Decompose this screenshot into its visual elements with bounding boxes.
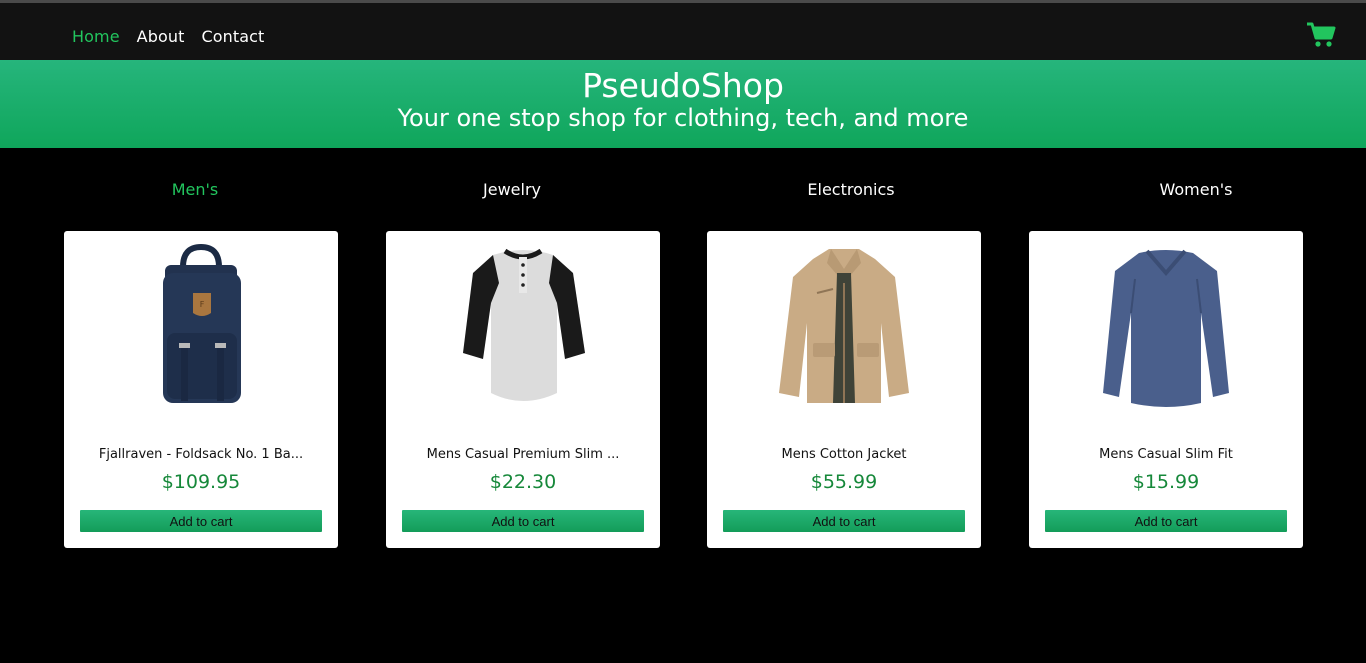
product-card: Mens Casual Premium Slim ... $22.30 Add … <box>386 231 660 548</box>
nav-link-about[interactable]: About <box>137 27 185 46</box>
product-price: $15.99 <box>1132 471 1200 493</box>
nav-link-home[interactable]: Home <box>72 27 120 46</box>
category-womens[interactable]: Women's <box>1160 180 1233 199</box>
add-to-cart-button[interactable]: Add to cart <box>1045 510 1287 532</box>
product-price: $109.95 <box>161 471 241 493</box>
backpack-image[interactable]: F <box>64 243 338 413</box>
category-mens[interactable]: Men's <box>172 180 219 199</box>
product-price: $22.30 <box>489 471 557 493</box>
product-card: Mens Cotton Jacket $55.99 Add to cart <box>707 231 981 548</box>
nav-links: Home About Contact <box>72 27 281 46</box>
cart-icon[interactable] <box>1306 21 1336 49</box>
raglan-shirt-image[interactable] <box>386 243 660 413</box>
site-title: PseudoShop <box>582 66 784 105</box>
add-to-cart-button[interactable]: Add to cart <box>402 510 644 532</box>
category-electronics[interactable]: Electronics <box>807 180 894 199</box>
site-tagline: Your one stop shop for clothing, tech, a… <box>397 104 969 132</box>
nav-link-contact[interactable]: Contact <box>201 27 264 46</box>
add-to-cart-button[interactable]: Add to cart <box>723 510 965 532</box>
product-title[interactable]: Mens Casual Slim Fit <box>1043 447 1289 462</box>
product-title[interactable]: Fjallraven - Foldsack No. 1 Ba... <box>78 447 324 462</box>
jacket-image[interactable] <box>707 243 981 413</box>
product-price: $55.99 <box>810 471 878 493</box>
product-title[interactable]: Mens Casual Premium Slim ... <box>400 447 646 462</box>
svg-text:F: F <box>200 300 205 309</box>
add-to-cart-button[interactable]: Add to cart <box>80 510 322 532</box>
category-jewelry[interactable]: Jewelry <box>483 180 541 199</box>
product-card: F Fjallraven - Foldsack No. 1 Ba... $109… <box>64 231 338 548</box>
product-title[interactable]: Mens Cotton Jacket <box>721 447 967 462</box>
long-sleeve-tee-image[interactable] <box>1029 243 1303 413</box>
hero-banner: PseudoShop Your one stop shop for clothi… <box>0 60 1366 148</box>
navbar: Home About Contact <box>0 3 1366 60</box>
product-card: Mens Casual Slim Fit $15.99 Add to cart <box>1029 231 1303 548</box>
